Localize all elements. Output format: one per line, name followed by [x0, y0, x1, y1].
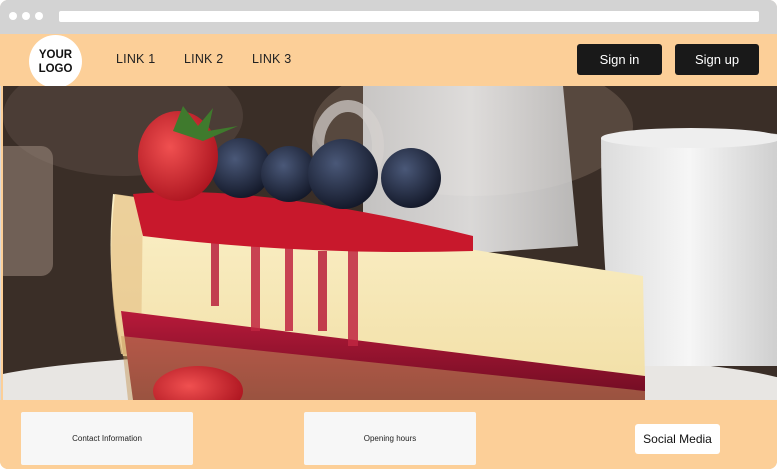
nav-link-3[interactable]: LINK 3 — [252, 52, 291, 66]
hero-image — [3, 86, 777, 400]
window-dot-icon — [22, 12, 30, 20]
address-bar[interactable] — [59, 11, 759, 22]
nav-link-1[interactable]: LINK 1 — [116, 52, 155, 66]
browser-window: YOUR LOGO LINK 1 LINK 2 LINK 3 Sign in S… — [0, 0, 777, 469]
site-header: YOUR LOGO LINK 1 LINK 2 LINK 3 Sign in S… — [0, 34, 777, 88]
sign-in-button[interactable]: Sign in — [577, 44, 662, 75]
browser-chrome — [0, 0, 777, 34]
social-media-button[interactable]: Social Media — [635, 424, 720, 454]
sign-up-button[interactable]: Sign up — [675, 44, 759, 75]
cheesecake-photo — [3, 86, 777, 400]
nav-link-2[interactable]: LINK 2 — [184, 52, 223, 66]
contact-information-card: Contact Information — [21, 412, 193, 465]
window-dot-icon — [9, 12, 17, 20]
site-footer: Contact Information Opening hours Social… — [0, 400, 777, 469]
opening-hours-card: Opening hours — [304, 412, 476, 465]
logo-text: YOUR LOGO — [38, 48, 73, 75]
logo[interactable]: YOUR LOGO — [29, 35, 82, 88]
window-dot-icon — [35, 12, 43, 20]
